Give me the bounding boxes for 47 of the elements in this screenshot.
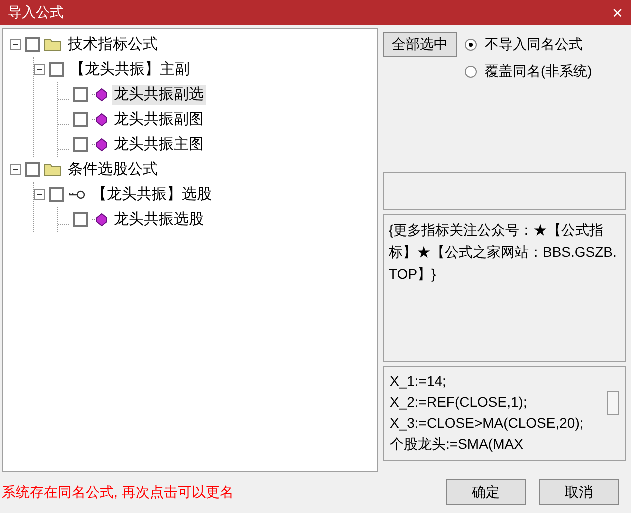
key-icon (68, 190, 86, 200)
collapse-toggle[interactable] (10, 164, 21, 175)
select-all-button[interactable]: 全部选中 (383, 32, 457, 57)
collapse-toggle[interactable] (10, 39, 21, 50)
gem-icon (92, 138, 108, 152)
scrollbar-thumb[interactable] (607, 391, 619, 415)
radio-button[interactable] (465, 38, 477, 50)
collapse-toggle[interactable] (34, 64, 45, 75)
minus-icon (36, 66, 43, 73)
tree-item[interactable]: 技术指标公式 (66, 34, 160, 54)
tree-checkbox[interactable] (73, 137, 88, 152)
minus-icon (36, 191, 43, 198)
radio-label: 覆盖同名(非系统) (485, 62, 592, 81)
description-text: {更多指标关注公众号：★【公式指标】★【公式之家网站：BBS.GSZB.TOP】} (389, 221, 618, 284)
close-button[interactable]: × (612, 4, 623, 22)
tree-checkbox[interactable] (49, 62, 64, 77)
folder-icon (44, 38, 62, 52)
code-line: 个股龙头:=SMA(MAX (390, 435, 524, 454)
code-line: X_3:=CLOSE>MA(CLOSE,20); (390, 414, 585, 433)
tree-item[interactable]: 条件选股公式 (66, 160, 160, 180)
tree-item[interactable]: 龙头共振副图 (112, 110, 206, 130)
tree-checkbox[interactable] (73, 212, 88, 227)
code-line: X_1:=14; (390, 372, 448, 391)
tree-checkbox[interactable] (73, 112, 88, 127)
gem-icon (92, 88, 108, 102)
tree-item[interactable]: 龙头共振选股 (112, 210, 206, 230)
dialog-button[interactable]: 取消 (539, 479, 619, 505)
code-line: X_2:=REF(CLOSE,1); (390, 393, 528, 412)
tree-item[interactable]: 龙头共振副选 (112, 84, 206, 104)
gem-icon (92, 212, 108, 226)
radio-button[interactable] (465, 66, 477, 78)
tree-item[interactable]: 【龙头共振】主副 (68, 60, 192, 80)
tree-item[interactable]: 【龙头共振】选股 (90, 184, 214, 204)
collapse-toggle[interactable] (34, 189, 45, 200)
tree-checkbox[interactable] (73, 87, 88, 102)
tree-checkbox[interactable] (25, 162, 40, 177)
status-message: 系统存在同名公式, 再次点击可以更名 (2, 482, 235, 502)
radio-label: 不导入同名公式 (485, 35, 583, 54)
dialog-button[interactable]: 确定 (446, 479, 526, 505)
tree-item[interactable]: 龙头共振主图 (112, 134, 206, 154)
tree-checkbox[interactable] (49, 187, 64, 202)
minus-icon (12, 166, 19, 173)
tree-checkbox[interactable] (25, 37, 40, 52)
folder-icon (44, 162, 62, 176)
minus-icon (12, 41, 19, 48)
window-title: 导入公式 (8, 3, 64, 22)
gem-icon (92, 112, 108, 126)
